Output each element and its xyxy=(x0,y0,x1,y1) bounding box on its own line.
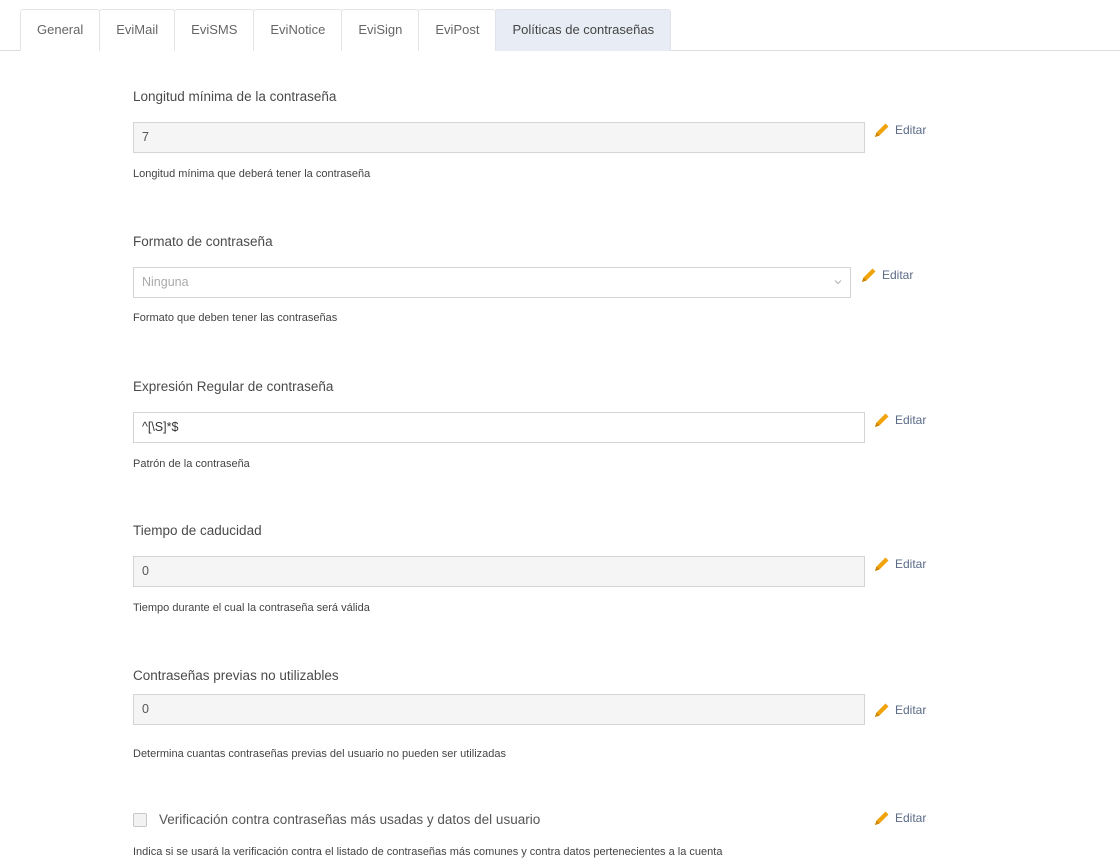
verification-edit-button[interactable]: Editar xyxy=(873,809,926,827)
format-select[interactable]: Ninguna xyxy=(133,267,851,298)
edit-label: Editar xyxy=(895,413,927,427)
edit-label: Editar xyxy=(895,557,927,571)
expiration-help: Tiempo durante el cual la contraseña ser… xyxy=(133,602,370,614)
format-edit-button[interactable]: Editar xyxy=(860,266,913,284)
min-length-setting: Longitud mínima de la contraseña 7 Longi… xyxy=(133,89,953,189)
previous-passwords-input[interactable]: 0 xyxy=(133,694,865,725)
tab-evisms[interactable]: EviSMS xyxy=(174,9,255,51)
pencil-icon xyxy=(875,557,889,571)
pencil-icon xyxy=(875,413,889,427)
format-setting: Formato de contraseña Ninguna Formato qu… xyxy=(133,234,953,334)
tab-evinotice[interactable]: EviNotice xyxy=(253,9,343,51)
min-length-edit-button[interactable]: Editar xyxy=(873,121,926,139)
regex-setting: Expresión Regular de contraseña ^[\S]*$ … xyxy=(133,379,953,479)
previous-passwords-label: Contraseñas previas no utilizables xyxy=(133,668,339,683)
format-help: Formato que deben tener las contraseñas xyxy=(133,312,338,324)
pencil-icon xyxy=(875,123,889,137)
regex-input[interactable]: ^[\S]*$ xyxy=(133,412,865,443)
min-length-input[interactable]: 7 xyxy=(133,122,865,153)
min-length-help: Longitud mínima que deberá tener la cont… xyxy=(133,168,371,180)
verification-setting: Verificación contra contraseñas más usad… xyxy=(133,809,953,862)
regex-edit-button[interactable]: Editar xyxy=(873,411,926,429)
format-selected-value: Ninguna xyxy=(142,275,189,289)
regex-help: Patrón de la contraseña xyxy=(133,458,250,470)
expiration-setting: Tiempo de caducidad 0 Tiempo durante el … xyxy=(133,523,953,623)
expiration-input[interactable]: 0 xyxy=(133,556,865,587)
min-length-label: Longitud mínima de la contraseña xyxy=(133,89,337,104)
verification-label: Verificación contra contraseñas más usad… xyxy=(159,812,541,827)
tab-evimail[interactable]: EviMail xyxy=(99,9,176,51)
previous-passwords-edit-button[interactable]: Editar xyxy=(873,701,926,719)
tab-evisign[interactable]: EviSign xyxy=(341,9,420,51)
tab-general[interactable]: General xyxy=(20,9,101,51)
expiration-label: Tiempo de caducidad xyxy=(133,523,262,538)
regex-label: Expresión Regular de contraseña xyxy=(133,379,334,394)
pencil-icon xyxy=(875,703,889,717)
verification-help: Indica si se usará la verificación contr… xyxy=(133,846,723,858)
edit-label: Editar xyxy=(882,268,914,282)
tab-evipost[interactable]: EviPost xyxy=(418,9,497,51)
previous-passwords-help: Determina cuantas contraseñas previas de… xyxy=(133,748,506,760)
expiration-edit-button[interactable]: Editar xyxy=(873,555,926,573)
format-label: Formato de contraseña xyxy=(133,234,273,249)
edit-label: Editar xyxy=(895,811,927,825)
pencil-icon xyxy=(875,811,889,825)
previous-passwords-setting: Contraseñas previas no utilizables 0 Det… xyxy=(133,668,953,768)
edit-label: Editar xyxy=(895,703,927,717)
pencil-icon xyxy=(862,268,876,282)
chevron-down-icon xyxy=(834,280,842,285)
edit-label: Editar xyxy=(895,123,927,137)
tab-password-policies[interactable]: Políticas de contraseñas xyxy=(495,9,672,51)
verification-checkbox[interactable] xyxy=(133,813,147,827)
tab-bar: General EviMail EviSMS EviNotice EviSign… xyxy=(0,0,1120,51)
